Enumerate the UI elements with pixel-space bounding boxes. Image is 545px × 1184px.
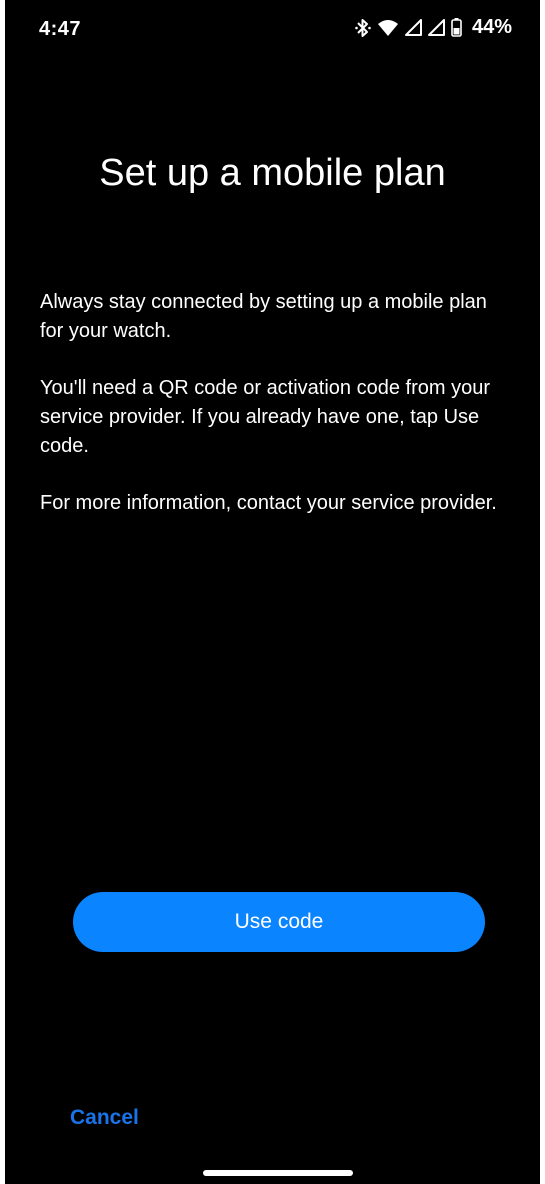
status-icons: 44% — [355, 16, 512, 39]
device-frame: 4:47 44% Set up a mobile plan Always sta… — [0, 0, 545, 1184]
battery-percent: 44% — [471, 16, 512, 38]
battery-icon — [451, 18, 462, 37]
cancel-button[interactable]: Cancel — [70, 1102, 139, 1134]
status-time: 4:47 — [39, 18, 82, 40]
description-paragraph: Always stay connected by setting up a mo… — [40, 291, 487, 342]
description-paragraph: You'll need a QR code or activation code… — [40, 377, 490, 457]
page-title: Set up a mobile plan — [99, 152, 446, 194]
use-code-button[interactable]: Use code — [73, 892, 485, 952]
home-indicator[interactable] — [203, 1170, 353, 1176]
bluetooth-icon — [355, 18, 371, 38]
description-paragraph: For more information, contact your servi… — [40, 492, 497, 514]
signal-icon — [404, 19, 422, 36]
description: Always stay connected by setting up a mo… — [40, 288, 515, 546]
phone-screen: 4:47 44% Set up a mobile plan Always sta… — [5, 0, 540, 1184]
wifi-icon — [377, 19, 399, 37]
status-bar: 4:47 44% — [5, 0, 540, 60]
signal-icon — [427, 19, 445, 36]
